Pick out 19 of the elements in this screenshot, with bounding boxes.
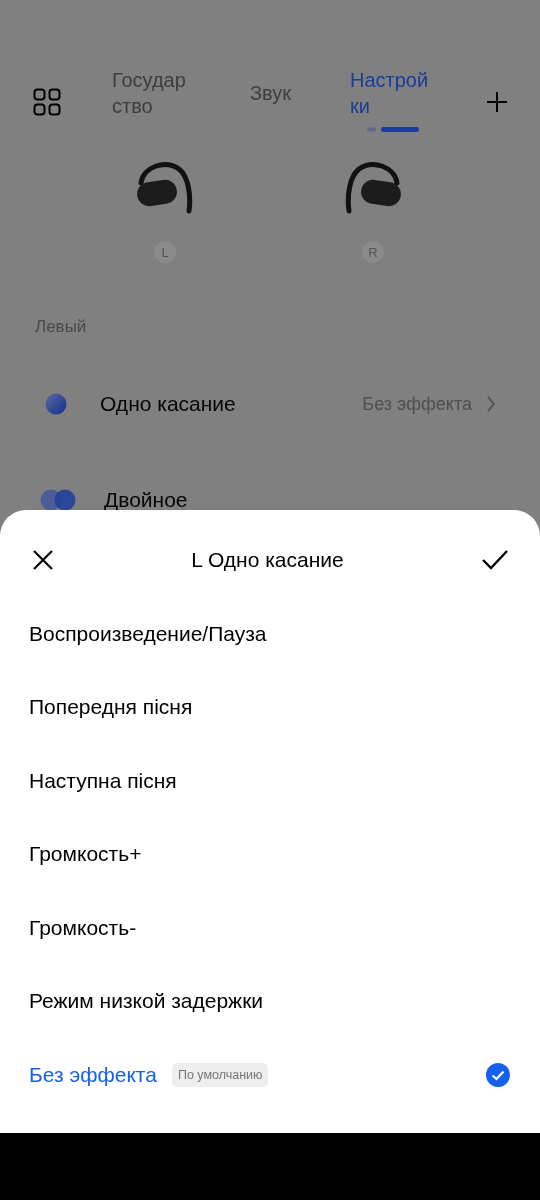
option-item[interactable]: Громкость+ [29,842,142,867]
add-icon[interactable] [486,91,508,113]
option-item[interactable]: Без эффекта [29,1062,157,1087]
option-item[interactable]: Наступна пісня [29,768,177,793]
gesture-label[interactable]: Одно касание [100,392,363,416]
option-item[interactable]: Попередня пісня [29,695,193,720]
selected-check-icon [486,1062,510,1087]
double-dot-icon [40,489,76,511]
option-item[interactable]: Режим низкой задержки [29,989,264,1014]
gesture-label[interactable]: Двойное [104,488,496,512]
option-item[interactable]: Воспроизведение/Пауза [29,621,267,646]
option-item[interactable]: Громкость- [29,915,137,940]
confirm-icon[interactable] [481,549,509,571]
tab-indicator [367,127,419,132]
grid-icon[interactable] [33,88,61,116]
close-icon[interactable] [32,549,54,571]
chevron-icon [486,396,496,412]
sheet-title: L Одно касание [191,548,344,572]
default-badge: По умолчанию [171,1062,269,1087]
